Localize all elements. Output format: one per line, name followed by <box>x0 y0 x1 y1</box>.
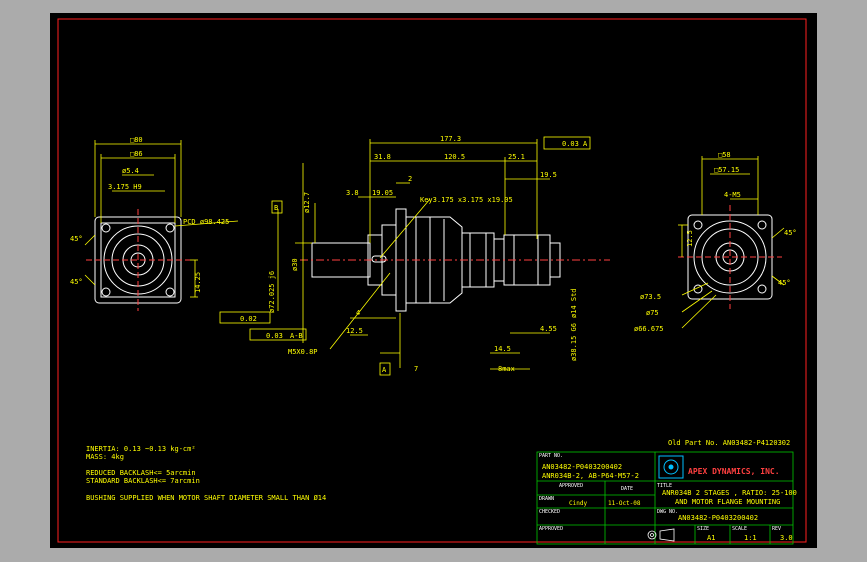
label-size: SIZE <box>697 526 709 532</box>
label-approved-2: APPROVED <box>539 526 563 532</box>
title-line-1: ANR034B 2 STAGES , RATIO: 25-100 <box>662 489 797 497</box>
dim-12-5-right: 12.5 <box>686 230 694 247</box>
cad-drawing: □80 □86 ø5.4 3.175 H9 PCD ø98.425 45° 45… <box>57 18 807 545</box>
projection-symbol <box>647 528 675 542</box>
drawn-date: 11-Oct-08 <box>608 500 641 507</box>
drawing-frame <box>57 18 807 543</box>
dim-4-55: 4.55 <box>540 325 557 333</box>
dim-dia-14: ø14 Std <box>570 288 578 318</box>
dim-2: 2 <box>408 175 412 183</box>
note-mass: MASS: 4kg <box>86 453 124 461</box>
side-view-body <box>300 208 610 312</box>
dim-angle-45-b: 45° <box>70 278 83 286</box>
dim-25-1: 25.1 <box>508 153 525 161</box>
note-backlash-reduced: REDUCED BACKLASH<= 5arcmin <box>86 469 196 477</box>
dim-shaft-72: ø72.025 j6 <box>268 271 276 313</box>
dim-dia-5-4: ø5.4 <box>122 167 139 175</box>
tol-ab: A-B <box>290 332 303 340</box>
company-name: APEX DYNAMICS, INC. <box>688 467 780 476</box>
dim-120-5: 120.5 <box>444 153 465 161</box>
datum-a: A <box>382 366 387 374</box>
dim-8max: 8max <box>498 365 515 373</box>
dim-square-86: □86 <box>130 150 143 158</box>
flatness-value: 0.03 <box>562 140 579 148</box>
cad-drawing-canvas: □80 □86 ø5.4 3.175 H9 PCD ø98.425 45° 45… <box>50 13 817 548</box>
label-part-no: PART NO. <box>539 453 563 459</box>
flatness-datum: A <box>583 140 588 148</box>
label-checked: CHECKED <box>539 509 560 515</box>
dim-shaft-12-7: ø12.7 <box>303 192 311 213</box>
dim-angle-45-c: 45° <box>784 229 797 237</box>
dim-19-05: 19.05 <box>372 189 393 197</box>
label-approved: APPROVED <box>559 483 583 489</box>
label-date: DATE <box>621 486 633 492</box>
dim-12-5: 12.5 <box>346 327 363 335</box>
dim-dia-66-675: ø66.675 <box>634 325 664 333</box>
label-scale: SCALE <box>732 526 747 532</box>
dim-dia-75: ø75 <box>646 309 659 317</box>
key-spec: Key3.175 x3.175 x19.05 <box>420 196 513 204</box>
dim-4-m5: 4-M5 <box>724 191 741 199</box>
part-no-2: ANR034B-2, AB-P64-M57-2 <box>542 472 639 480</box>
label-drawn: DRAWN <box>539 496 554 502</box>
dim-square-57: □57.15 <box>714 166 739 174</box>
right-end-view <box>678 205 782 309</box>
note-inertia: INERTIA: 0.13 ~0.13 kg-cm² <box>86 445 196 453</box>
drawing-number: AN03482-P0403200402 <box>678 514 758 522</box>
label-dwg-no: DWG NO. <box>657 509 678 515</box>
dim-31-8: 31.8 <box>374 153 391 161</box>
note-bushing: BUSHING SUPPLIED WHEN MOTOR SHAFT DIAMET… <box>86 494 326 502</box>
note-backlash-standard: STANDARD BACKLASH<= 7arcmin <box>86 477 200 485</box>
dim-shaft-30: ø30 <box>291 258 299 271</box>
part-no-1: AN03482-P0403200402 <box>542 463 622 471</box>
dim-square-58: □58 <box>718 151 731 159</box>
scale-value: 1:1 <box>744 534 757 542</box>
title-line-2: AND MOTOR FLANGE MOUNTING <box>675 498 780 506</box>
dim-7: 7 <box>414 365 418 373</box>
dim-square-80: □80 <box>130 136 143 144</box>
dim-19-5: 19.5 <box>540 171 557 179</box>
company-logo <box>658 455 684 479</box>
drawn-by: Cindy <box>569 500 587 507</box>
dim-4: 4 <box>356 309 360 317</box>
thread-spec: M5X0.8P <box>288 348 318 356</box>
dim-angle-45-a: 45° <box>70 235 83 243</box>
tol-002: 0.02 <box>240 315 257 323</box>
dim-angle-45-d: 45° <box>778 279 791 287</box>
rev-value: 3.0 <box>780 534 793 542</box>
dim-3175-h9: 3.175 H9 <box>108 183 142 191</box>
dim-dia-73-5: ø73.5 <box>640 293 661 301</box>
left-end-view <box>86 209 190 311</box>
dim-3-8: 3.8 <box>346 189 359 197</box>
dim-overall-length: 177.3 <box>440 135 461 143</box>
label-rev: REV <box>772 526 781 532</box>
tol-003: 0.03 <box>266 332 283 340</box>
datum-b: B <box>274 204 278 212</box>
dim-pcd: PCD ø98.425 <box>183 218 229 226</box>
old-part-number: Old Part No. AN03482-P4120302 <box>668 439 790 447</box>
dim-14-25: 14.25 <box>194 272 202 293</box>
side-view-dimensions <box>277 139 550 370</box>
dim-14-5: 14.5 <box>494 345 511 353</box>
size-value: A1 <box>707 534 715 542</box>
dim-dia-38: ø38.15 G6 <box>570 323 578 361</box>
